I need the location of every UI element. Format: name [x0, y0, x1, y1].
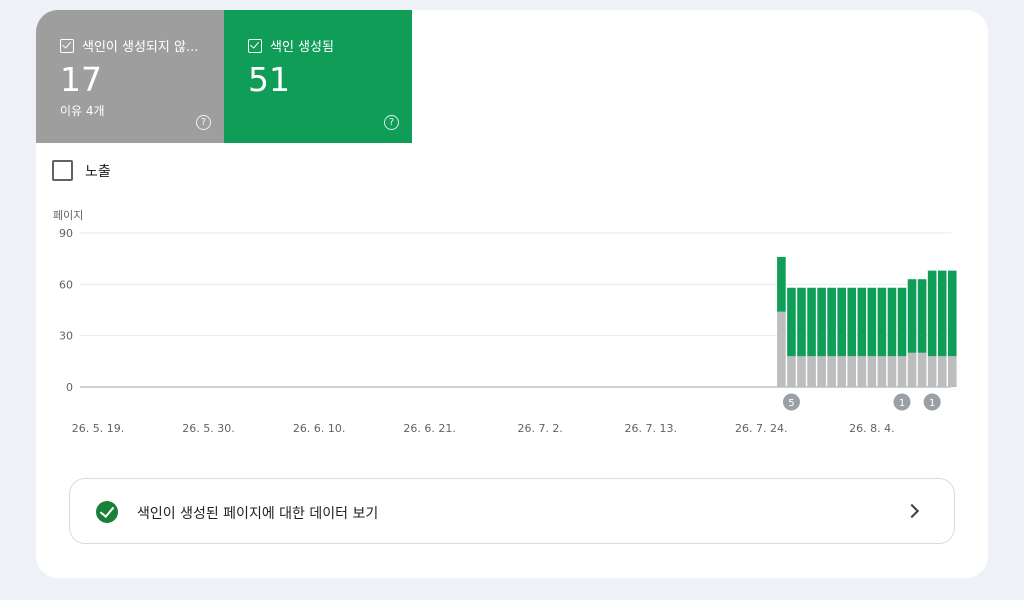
- bar-not-indexed: [787, 356, 796, 387]
- x-tick-label: 26. 7. 24.: [735, 422, 787, 435]
- bar-not-indexed: [917, 352, 927, 387]
- annotation-label: 1: [929, 398, 935, 409]
- bar-indexed: [887, 287, 897, 357]
- bar-indexed: [777, 256, 786, 312]
- bar-indexed: [897, 287, 907, 357]
- bar-not-indexed: [887, 356, 897, 387]
- indexing-bar-chart: 90 60 30 0 26. 5. 19. 26. 5. 30. 26. 6. 10. 26.…: [59, 227, 957, 435]
- view-indexed-pages-button[interactable]: 색인이 생성된 페이지에 대한 데이터 보기: [69, 478, 955, 544]
- check-circle-icon: [96, 501, 118, 523]
- bar-not-indexed: [817, 356, 826, 387]
- bar-indexed: [847, 287, 857, 357]
- y-tick-label: 60: [59, 278, 73, 291]
- bar-indexed: [917, 279, 927, 353]
- bar-not-indexed: [897, 356, 907, 387]
- bar-not-indexed: [847, 356, 857, 387]
- bar-not-indexed: [907, 352, 917, 387]
- x-tick-label: 26. 6. 21.: [403, 422, 455, 435]
- x-tick-label: 26. 5. 30.: [182, 422, 234, 435]
- y-tick-label: 0: [66, 381, 73, 394]
- annotation-marker: 1: [923, 393, 941, 411]
- bar-indexed: [837, 287, 846, 357]
- annotation-marker: 5: [782, 393, 800, 411]
- bar-not-indexed: [947, 356, 957, 387]
- bar-indexed: [937, 270, 947, 357]
- bar-indexed: [877, 287, 887, 357]
- bar-not-indexed: [927, 356, 937, 387]
- bar-indexed: [947, 270, 957, 357]
- annotation-marker: 1: [893, 393, 911, 411]
- bar-not-indexed: [807, 356, 816, 387]
- bar-indexed: [927, 270, 937, 357]
- bar-not-indexed: [827, 356, 836, 387]
- bar-indexed: [857, 287, 867, 357]
- x-tick-label: 26. 6. 10.: [293, 422, 345, 435]
- bar-indexed: [867, 287, 877, 357]
- bar-not-indexed: [877, 356, 887, 387]
- x-tick-label: 26. 5. 19.: [72, 422, 124, 435]
- page-indexing-card: 색인이 생성되지 않... 17 이유 4개 ? 색인 생성됨 51 ? 노출 …: [36, 10, 988, 578]
- bar-indexed: [797, 287, 806, 357]
- x-tick-label: 26. 8. 4.: [849, 422, 894, 435]
- bar-not-indexed: [937, 356, 947, 387]
- annotation-label: 5: [788, 398, 794, 409]
- bar-not-indexed: [777, 311, 786, 387]
- x-tick-label: 26. 7. 2.: [517, 422, 562, 435]
- chevron-right-icon: [904, 503, 920, 519]
- bar-indexed: [787, 287, 796, 357]
- y-tick-label: 90: [59, 227, 73, 240]
- bar-indexed: [807, 287, 816, 357]
- bar-not-indexed: [797, 356, 806, 387]
- y-tick-label: 30: [59, 330, 73, 343]
- bar-indexed: [827, 287, 836, 357]
- bar-indexed: [907, 279, 917, 353]
- bar-not-indexed: [867, 356, 877, 387]
- bar-not-indexed: [857, 356, 867, 387]
- bar-indexed: [817, 287, 826, 357]
- bar-not-indexed: [837, 356, 846, 387]
- annotation-label: 1: [899, 398, 905, 409]
- x-tick-label: 26. 7. 13.: [625, 422, 677, 435]
- view-indexed-pages-label: 색인이 생성된 페이지에 대한 데이터 보기: [137, 506, 379, 522]
